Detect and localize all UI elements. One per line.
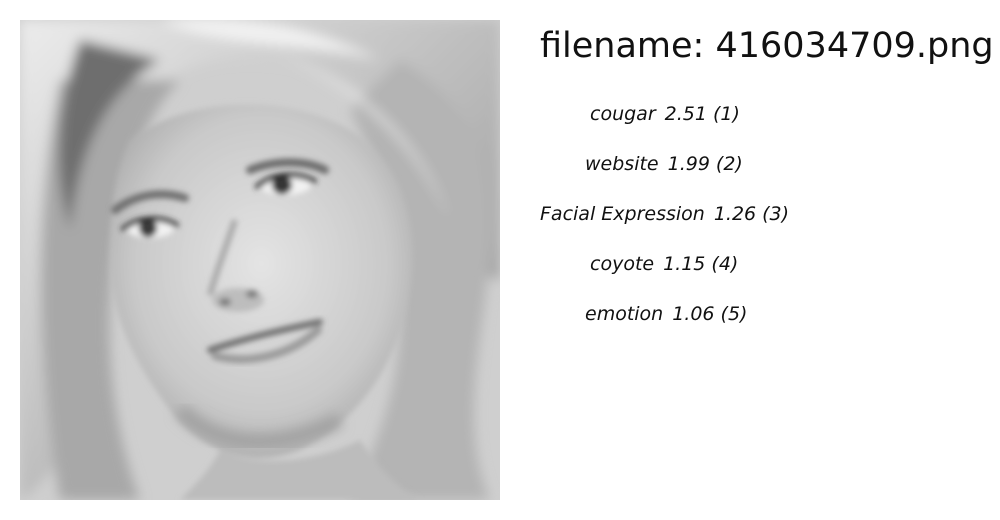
label-rank: (3) bbox=[762, 203, 790, 225]
label-item: emotion 1.06 (5) bbox=[540, 300, 780, 350]
label-item: cougar 2.51 (1) bbox=[540, 100, 780, 150]
label-name: website bbox=[585, 153, 659, 175]
label-name: emotion bbox=[585, 303, 664, 325]
portrait-illustration bbox=[20, 20, 500, 500]
label-name: Facial Expression bbox=[540, 203, 705, 225]
label-score: 1.15 bbox=[663, 253, 706, 275]
label-rank: (5) bbox=[720, 303, 748, 325]
label-rank: (2) bbox=[715, 153, 743, 175]
label-rank: (4) bbox=[711, 253, 739, 275]
filename-text: filename: 416034709.png bbox=[540, 26, 994, 66]
label-item: coyote 1.15 (4) bbox=[540, 250, 780, 300]
label-score: 1.99 bbox=[667, 153, 710, 175]
label-item: Facial Expression 1.26 (3) bbox=[540, 200, 789, 250]
label-rank: (1) bbox=[712, 103, 740, 125]
label-score: 2.51 bbox=[664, 103, 707, 125]
label-name: cougar bbox=[590, 103, 656, 125]
label-item: website 1.99 (2) bbox=[540, 150, 780, 200]
label-list: cougar 2.51 (1) website 1.99 (2) Facial … bbox=[540, 100, 789, 350]
portrait-photo bbox=[20, 20, 500, 500]
label-score: 1.26 bbox=[713, 203, 757, 225]
label-name: coyote bbox=[590, 253, 655, 275]
label-score: 1.06 bbox=[672, 303, 715, 325]
